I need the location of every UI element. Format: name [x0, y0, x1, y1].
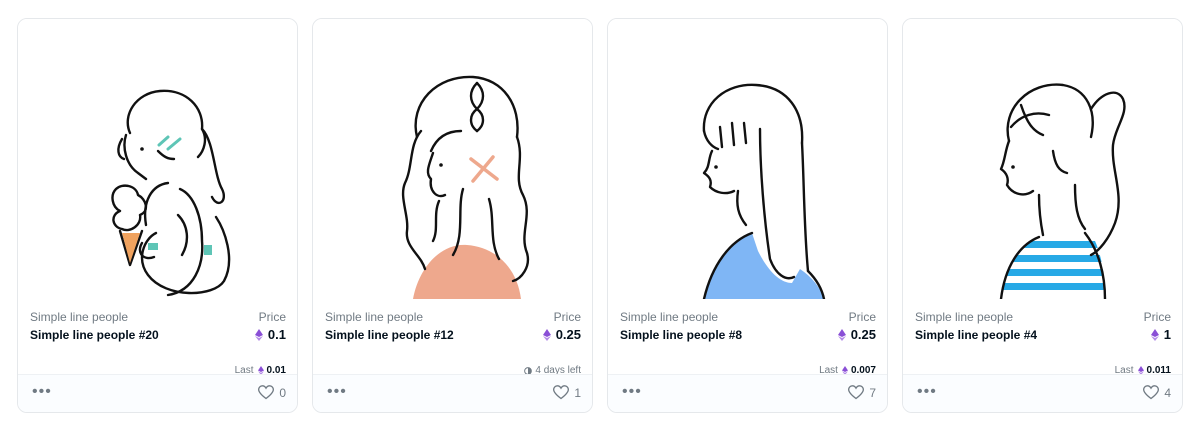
- more-options-icon[interactable]: •••: [917, 384, 937, 401]
- favorite-button[interactable]: 4: [1143, 385, 1171, 400]
- favorite-button[interactable]: 1: [553, 385, 581, 400]
- favorite-count: 1: [574, 385, 581, 400]
- price-amount: 0.25: [850, 327, 876, 342]
- girl-with-ice-cream-illustration: [111, 89, 231, 297]
- favorite-button[interactable]: 7: [848, 385, 876, 400]
- heart-icon: [1143, 385, 1160, 400]
- asset-name[interactable]: Simple line people #8: [620, 326, 742, 344]
- ethereum-icon: [837, 329, 846, 341]
- asset-image[interactable]: [18, 19, 297, 299]
- collection-name[interactable]: Simple line people: [30, 309, 128, 325]
- girl-with-bangs-illustration: [702, 83, 826, 299]
- asset-name[interactable]: Simple line people #12: [325, 326, 454, 344]
- asset-image[interactable]: [608, 19, 887, 299]
- heart-icon: [553, 385, 570, 400]
- favorite-count: 4: [1164, 385, 1171, 400]
- price-label: Price: [553, 310, 581, 324]
- price-amount: 0.1: [267, 327, 286, 342]
- heart-icon: [258, 385, 275, 400]
- asset-card[interactable]: Simple line people Price Simple line peo…: [902, 18, 1183, 413]
- heart-icon: [848, 385, 865, 400]
- asset-image[interactable]: [313, 19, 592, 299]
- ethereum-icon: [1150, 329, 1159, 341]
- card-footer: ••• 0: [18, 374, 297, 412]
- more-options-icon[interactable]: •••: [32, 384, 52, 401]
- girl-with-braid-illustration: [401, 75, 530, 299]
- favorite-count: 7: [869, 385, 876, 400]
- price-amount: 1: [1163, 327, 1171, 342]
- asset-card[interactable]: Simple line people Price Simple line peo…: [607, 18, 888, 413]
- collection-name[interactable]: Simple line people: [325, 309, 423, 325]
- asset-image[interactable]: [903, 19, 1182, 299]
- price-label: Price: [848, 310, 876, 324]
- ethereum-icon: [542, 329, 551, 341]
- favorite-count: 0: [279, 385, 286, 400]
- asset-card[interactable]: Simple line people Price Simple line peo…: [312, 18, 593, 413]
- price-value: 0.25: [542, 326, 581, 344]
- price-value: 1: [1150, 326, 1171, 344]
- favorite-button[interactable]: 0: [258, 385, 286, 400]
- asset-card[interactable]: Simple line people Price Simple line peo…: [17, 18, 298, 413]
- price-value: 0.25: [837, 326, 876, 344]
- price-label: Price: [1143, 310, 1171, 324]
- collection-name[interactable]: Simple line people: [620, 309, 718, 325]
- price-amount: 0.25: [555, 327, 581, 342]
- more-options-icon[interactable]: •••: [327, 384, 347, 401]
- asset-grid: Simple line people Price Simple line peo…: [0, 0, 1200, 426]
- asset-name[interactable]: Simple line people #20: [30, 326, 159, 344]
- ethereum-icon: [254, 329, 263, 341]
- card-footer: ••• 1: [313, 374, 592, 412]
- girl-with-ponytail-illustration: [999, 83, 1126, 299]
- price-value: 0.1: [254, 326, 286, 344]
- more-options-icon[interactable]: •••: [622, 384, 642, 401]
- card-footer: ••• 7: [608, 374, 887, 412]
- price-label: Price: [258, 310, 286, 324]
- card-footer: ••• 4: [903, 374, 1182, 412]
- asset-name[interactable]: Simple line people #4: [915, 326, 1037, 344]
- collection-name[interactable]: Simple line people: [915, 309, 1013, 325]
